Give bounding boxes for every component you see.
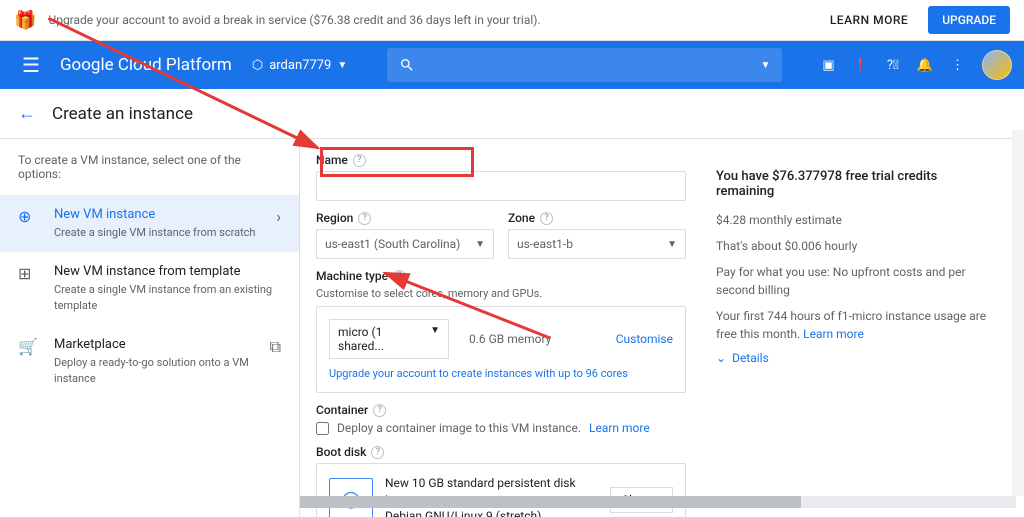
help-icon[interactable]: ?	[371, 446, 384, 459]
chevron-down-icon: ▼	[667, 239, 677, 250]
help-icon[interactable]: ?⃝	[887, 58, 899, 73]
sidebar-item-desc: Create a single VM instance from an exis…	[54, 282, 281, 313]
details-toggle[interactable]: ⌄ Details	[716, 351, 996, 365]
help-icon[interactable]: ?	[353, 154, 366, 167]
upgrade-cores-link[interactable]: Upgrade your account to create instances…	[329, 367, 673, 380]
chevron-down-icon: ▼	[475, 239, 485, 250]
sidebar-item-template[interactable]: ⊞ New VM instance from template Create a…	[0, 252, 299, 325]
name-input[interactable]	[316, 171, 686, 201]
machine-type-value: micro (1 shared...	[338, 325, 430, 353]
gift-icon: 🎁	[14, 10, 36, 31]
search-icon	[399, 57, 415, 73]
details-label: Details	[732, 351, 769, 365]
zone-select[interactable]: us-east1-b ▼	[508, 229, 686, 259]
sidebar-item-label: New VM instance from template	[54, 264, 281, 279]
customise-link[interactable]: Customise	[616, 332, 673, 346]
notifications-icon[interactable]: 🔔	[917, 58, 933, 73]
help-icon[interactable]: ?	[540, 212, 553, 225]
container-text: Deploy a container image to this VM inst…	[337, 421, 581, 435]
chevron-right-icon: ›	[276, 207, 281, 226]
plus-icon: ⊕	[18, 207, 40, 226]
help-icon[interactable]: ?	[393, 270, 406, 283]
upgrade-button[interactable]: UPGRADE	[928, 6, 1010, 34]
help-icon[interactable]: ?	[373, 404, 386, 417]
chevron-down-icon: ▼	[430, 325, 440, 353]
sidebar-hint: To create a VM instance, select one of t…	[0, 153, 299, 195]
brand-title[interactable]: Google Cloud Platform	[50, 55, 242, 75]
learn-more-link[interactable]: Learn more	[803, 327, 864, 341]
monthly-estimate: $4.28 monthly estimate	[716, 211, 996, 229]
boot-disk-label: Boot disk	[316, 445, 366, 459]
horizontal-scrollbar[interactable]	[300, 496, 1016, 508]
boot-os: Debian GNU/Linux 9 (stretch)	[385, 509, 598, 517]
marketplace-icon: 🛒	[18, 337, 40, 356]
learn-more-link[interactable]: LEARN MORE	[818, 7, 920, 33]
memory-text: 0.6 GB memory	[469, 332, 596, 346]
sidebar-item-label: New VM instance	[54, 207, 276, 222]
region-label: Region	[316, 211, 353, 225]
project-name: ardan7779	[269, 58, 331, 73]
sidebar-item-marketplace[interactable]: 🛒 Marketplace Deploy a ready-to-go solut…	[0, 325, 299, 398]
zone-value: us-east1-b	[517, 237, 573, 251]
machine-type-hint: Customise to select cores, memory and GP…	[316, 287, 686, 300]
machine-type-select[interactable]: micro (1 shared...▼	[329, 319, 449, 359]
trial-banner-text: Upgrade your account to avoid a break in…	[48, 13, 817, 27]
region-value: us-east1 (South Carolina)	[325, 237, 460, 251]
search-input[interactable]: ▼	[387, 48, 782, 82]
machine-type-label: Machine type	[316, 269, 388, 283]
container-checkbox[interactable]	[316, 422, 329, 435]
zone-label: Zone	[508, 211, 535, 225]
menu-icon[interactable]: ☰	[12, 53, 50, 77]
template-icon: ⊞	[18, 264, 40, 283]
help-icon[interactable]: ?	[358, 212, 371, 225]
sidebar-item-desc: Deploy a ready-to-go solution onto a VM …	[54, 355, 270, 386]
chevron-down-icon[interactable]: ▼	[761, 60, 771, 71]
search-field[interactable]	[425, 58, 760, 73]
learn-more-link[interactable]: Learn more	[589, 421, 650, 435]
hourly-estimate: That's about $0.006 hourly	[716, 237, 996, 255]
project-selector[interactable]: ⬡ ardan7779 ▼	[252, 58, 347, 73]
billing-text: Pay for what you use: No upfront costs a…	[716, 263, 996, 299]
region-select[interactable]: us-east1 (South Carolina) ▼	[316, 229, 494, 259]
sidebar-item-new-vm[interactable]: ⊕ New VM instance Create a single VM ins…	[0, 195, 299, 252]
account-avatar[interactable]	[982, 50, 1012, 80]
sidebar-item-desc: Create a single VM instance from scratch	[54, 225, 276, 240]
container-label: Container	[316, 403, 368, 417]
chevron-down-icon: ▼	[337, 60, 347, 71]
open-external-icon: ⧉	[270, 337, 281, 357]
alert-icon[interactable]: ❗	[853, 58, 869, 73]
name-label: Name	[316, 153, 348, 167]
sidebar-item-label: Marketplace	[54, 337, 270, 352]
cloud-shell-icon[interactable]: ▣	[822, 58, 834, 73]
chevron-icon: ⌄	[716, 351, 726, 365]
more-icon[interactable]: ⋮	[951, 58, 964, 73]
page-title: Create an instance	[52, 104, 193, 124]
credits-title: You have $76.377978 free trial credits r…	[716, 169, 996, 199]
boot-disk-title: New 10 GB standard persistent disk	[385, 476, 598, 490]
back-icon[interactable]: ←	[18, 103, 36, 124]
project-icon: ⬡	[252, 58, 263, 73]
vertical-scrollbar[interactable]	[1012, 130, 1024, 496]
